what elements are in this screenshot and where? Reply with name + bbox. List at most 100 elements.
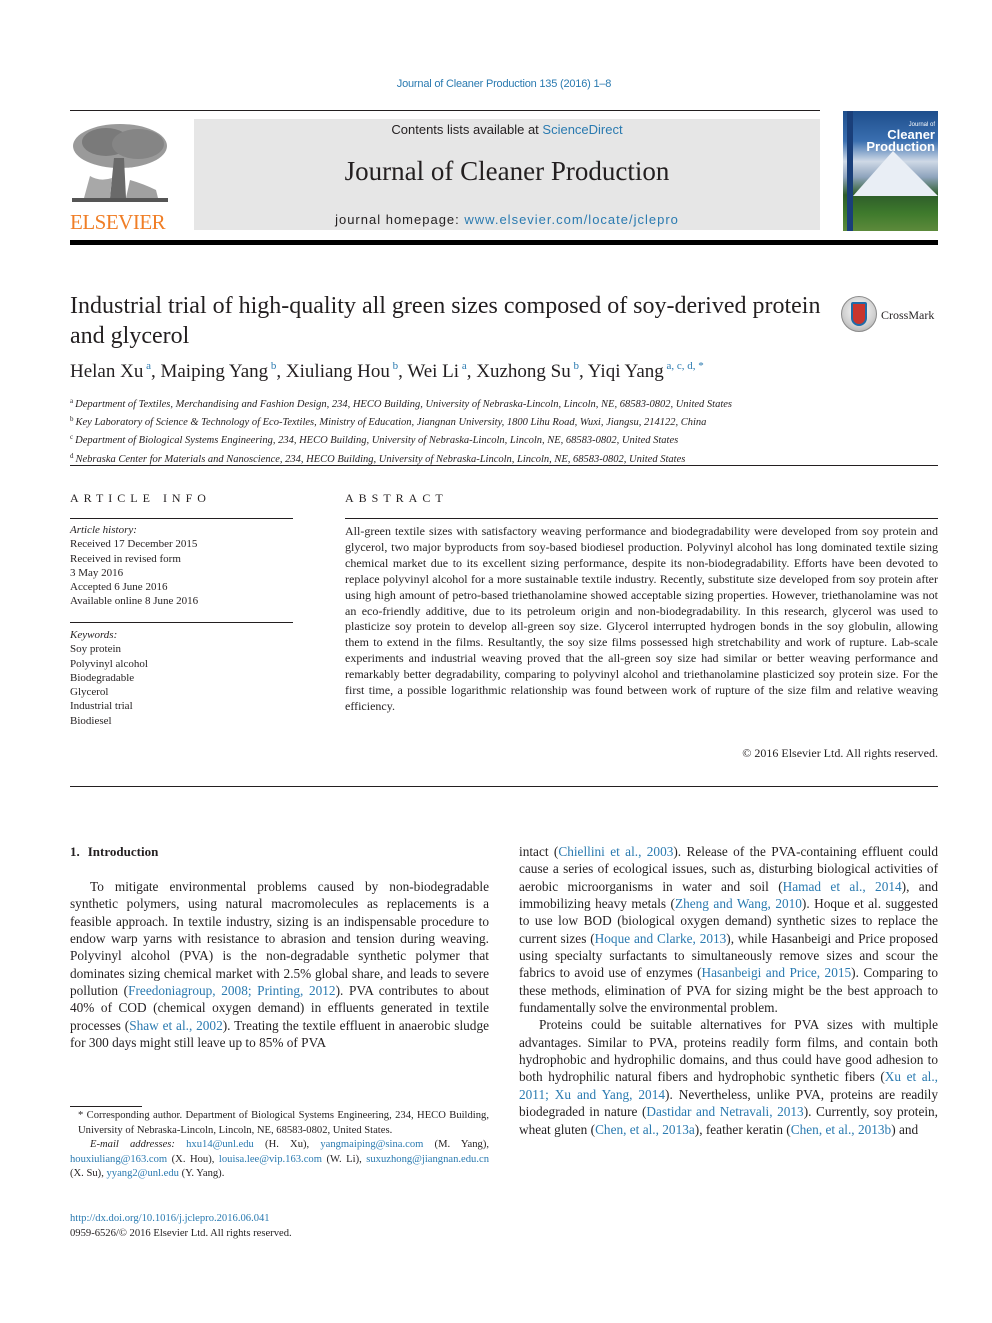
- affiliation-text: Department of Textiles, Merchandising an…: [75, 399, 732, 410]
- journal-cover-image[interactable]: Journal of Cleaner Production: [843, 111, 938, 231]
- author-affiliation-marker[interactable]: b: [268, 360, 277, 372]
- divider: [70, 622, 293, 623]
- journal-homepage-link[interactable]: www.elsevier.com/locate/jclepro: [464, 212, 679, 227]
- doi-block: http://dx.doi.org/10.1016/j.jclepro.2016…: [70, 1211, 489, 1241]
- homepage-prefix: journal homepage:: [335, 212, 465, 227]
- history-item: Available online 8 June 2016: [70, 595, 199, 608]
- citation-link[interactable]: Dastidar and Netravali, 2013: [646, 1104, 803, 1119]
- affiliation-key: c: [70, 433, 74, 442]
- footnotes: * Corresponding author. Department of Bi…: [70, 1109, 489, 1182]
- cover-title-line2: Production: [866, 139, 935, 154]
- author-name[interactable]: Maiping Yang: [160, 361, 268, 382]
- contents-prefix: Contents lists available at: [391, 122, 543, 137]
- body-column-left: To mitigate environmental problems cause…: [70, 878, 489, 1051]
- section-title: Introduction: [87, 844, 159, 859]
- email-link[interactable]: yangmaiping@sina.com: [320, 1139, 423, 1150]
- citation-link[interactable]: Xu et al., 2011; Xu and Yang, 2014: [519, 1069, 938, 1101]
- keyword: Soy protein: [70, 643, 122, 656]
- abstract-text: All-green textile sizes with satisfactor…: [345, 524, 938, 713]
- history-item: Accepted 6 June 2016: [70, 581, 168, 594]
- sciencedirect-link[interactable]: ScienceDirect: [542, 122, 622, 137]
- email-link[interactable]: houxiuliang@163.com: [70, 1154, 167, 1165]
- journal-title: Journal of Cleaner Production: [344, 156, 670, 186]
- author-affiliation-marker[interactable]: b: [571, 360, 579, 372]
- affiliation: c Department of Biological Systems Engine…: [70, 430, 930, 448]
- citation-link[interactable]: Hasanbeigi and Price, 2015: [702, 965, 852, 980]
- keywords-label: Keywords:: [70, 629, 118, 641]
- issn-copyright: 0959-6526/© 2016 Elsevier Ltd. All right…: [70, 1228, 292, 1239]
- keyword: Industrial trial: [70, 700, 133, 713]
- doi-link[interactable]: http://dx.doi.org/10.1016/j.jclepro.2016…: [70, 1213, 270, 1224]
- affiliation-list: a Department of Textiles, Merchandising a…: [70, 394, 930, 467]
- crossmark-label: CrossMark: [881, 308, 935, 322]
- abstract-copyright: © 2016 Elsevier Ltd. All rights reserved…: [742, 746, 938, 760]
- journal-masthead: Contents lists available at ScienceDirec…: [194, 119, 820, 230]
- author-affiliation-marker[interactable]: a: [143, 360, 151, 372]
- email-link[interactable]: suxuzhong@jiangnan.edu.cn: [366, 1154, 489, 1165]
- email-link[interactable]: hxu14@unl.edu: [186, 1139, 254, 1150]
- citation-link[interactable]: Shaw et al., 2002: [129, 1018, 223, 1033]
- citation-link[interactable]: Freedoniagroup, 2008; Printing, 2012: [128, 983, 335, 998]
- citation-link[interactable]: Zheng and Wang, 2010: [675, 896, 802, 911]
- elsevier-wordmark: ELSEVIER: [70, 210, 166, 234]
- email-link[interactable]: yyang2@unl.edu: [107, 1168, 179, 1179]
- affiliation: b Key Laboratory of Science & Technology …: [70, 412, 930, 430]
- divider: [345, 518, 938, 519]
- abstract-heading: ABSTRACT: [345, 491, 448, 505]
- keyword: Biodiesel: [70, 714, 112, 727]
- citation-link[interactable]: Chen, et al., 2013b: [791, 1122, 891, 1137]
- affiliation-text: Nebraska Center for Materials and Nanosc…: [75, 453, 686, 465]
- affiliation-key: d: [70, 451, 74, 460]
- citation-link[interactable]: Hamad et al., 2014: [783, 879, 902, 894]
- article-info-heading: ARTICLE INFO: [70, 491, 211, 505]
- citation-link[interactable]: Chen, et al., 2013a: [595, 1122, 695, 1137]
- author-list: Helan Xu a, Maiping Yang b, Xiuliang Hou…: [70, 360, 704, 382]
- author-affiliation-marker[interactable]: a, c, d, *: [664, 360, 704, 372]
- author-name[interactable]: Yiqi Yang: [588, 361, 664, 382]
- journal-homepage: journal homepage: www.elsevier.com/locat…: [194, 212, 820, 227]
- contents-availability: Contents lists available at ScienceDirec…: [194, 122, 820, 137]
- author-affiliation-marker[interactable]: a: [459, 360, 467, 372]
- body-column-right: intact (Chiellini et al., 2003). Release…: [519, 843, 938, 1138]
- article-history: Article history: Received 17 December 20…: [70, 523, 293, 609]
- citation-link[interactable]: Hoque and Clarke, 2013: [595, 931, 727, 946]
- divider: [70, 786, 938, 787]
- affiliation-key: b: [70, 415, 74, 424]
- history-item: Received in revised form: [70, 552, 181, 565]
- affiliation-key: a: [70, 397, 74, 405]
- author-name[interactable]: Xiuliang Hou: [286, 361, 390, 382]
- email-link[interactable]: louisa.lee@vip.163.com: [219, 1154, 322, 1165]
- email-addresses: E-mail addresses: hxu14@unl.edu (H. Xu),…: [70, 1139, 489, 1180]
- keyword: Glycerol: [70, 686, 109, 699]
- header-thick-divider: [70, 240, 938, 245]
- article-history-label: Article history:: [70, 524, 137, 536]
- divider: [70, 518, 293, 519]
- email-label: E-mail addresses:: [90, 1139, 175, 1151]
- body-paragraph: Proteins could be suitable alternatives …: [519, 1017, 939, 1137]
- section-heading-introduction: 1. Introduction: [70, 844, 158, 860]
- author-name[interactable]: Xuzhong Su: [476, 361, 570, 382]
- history-item: Received 17 December 2015: [70, 538, 198, 551]
- affiliation-text: Key Laboratory of Science & Technology o…: [75, 417, 707, 429]
- affiliation: a Department of Textiles, Merchandising a…: [70, 394, 930, 412]
- body-paragraph: intact (Chiellini et al., 2003). Release…: [519, 844, 939, 1016]
- cover-mountain-graphic: [853, 151, 938, 196]
- elsevier-tree-icon: [70, 118, 170, 208]
- body-paragraph: To mitigate environmental problems cause…: [70, 879, 489, 1051]
- footnote-divider: [70, 1106, 142, 1107]
- article-title: Industrial trial of high-quality all gre…: [70, 293, 821, 349]
- divider: [70, 465, 938, 466]
- crossmark-button[interactable]: CrossMark: [841, 296, 941, 336]
- cover-title: Journal of Cleaner Production: [855, 121, 935, 153]
- keyword: Polyvinyl alcohol: [70, 657, 148, 670]
- author-name[interactable]: Wei Li: [407, 361, 459, 382]
- journal-citation-header[interactable]: Journal of Cleaner Production 135 (2016)…: [0, 78, 992, 90]
- author-affiliation-marker[interactable]: b: [390, 360, 399, 372]
- citation-link[interactable]: Chiellini et al., 2003: [558, 844, 673, 859]
- keywords: Keywords: Soy protein Polyvinyl alcohol …: [70, 628, 293, 728]
- keyword: Biodegradable: [70, 671, 135, 684]
- elsevier-logo[interactable]: ELSEVIER: [70, 118, 172, 234]
- section-number: 1.: [70, 844, 80, 859]
- author-name[interactable]: Helan Xu: [70, 361, 143, 382]
- affiliation-text: Department of Biological Systems Enginee…: [75, 435, 679, 447]
